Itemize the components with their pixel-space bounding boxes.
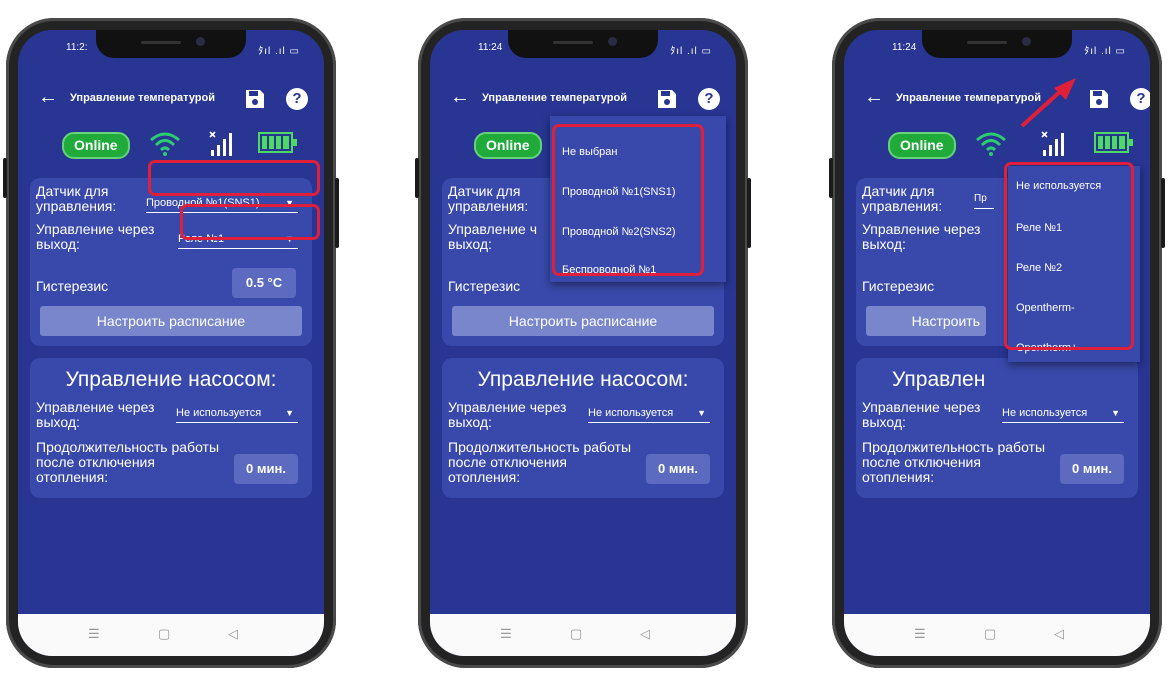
back-arrow-icon[interactable]: ← [864,86,884,109]
phone-1: 11:2: ﾀıl .ıl ▭ ← Управление температуро… [3,18,339,668]
hysteresis-label: Гистерезис [862,278,935,294]
help-icon[interactable]: ? [1130,88,1150,110]
highlight-sensor-select [148,160,320,196]
sensor-label: Датчик для управления: [862,183,943,214]
pump-card: Управление насосом: Управление через вых… [442,358,724,498]
wifi-icon [148,130,182,163]
online-badge: Online [62,132,130,159]
signal-icon: ﾀıl .ıl ▭ [670,46,712,57]
indicators-row: Online [18,130,324,160]
pump-output-label: Управление через выход: [862,399,981,430]
cellular-signal-icon [208,130,234,163]
signal-icon: ﾀıl .ıl ▭ [258,46,300,57]
pump-card: Управление насосом: Управление через вых… [30,358,312,498]
status-time: 11:2: [66,42,88,53]
app-bar: ← Управление температурой ? [844,80,1150,120]
duration-value[interactable]: 0 мин. [1060,454,1124,484]
save-icon[interactable] [1088,88,1110,110]
system-back-icon[interactable]: ◁ [640,626,650,642]
system-nav-bar: ☰ ▢ ◁ [844,614,1150,656]
notch [96,30,246,58]
recent-apps-icon[interactable]: ☰ [500,626,512,642]
app-bar: ← Управление температурой ? [430,80,736,120]
page-title: Управление температурой [70,92,215,104]
dropdown-arrow-icon: ▼ [1111,408,1120,418]
wifi-icon [974,130,1008,163]
signal-icon: ﾀıl .ıl ▭ [1084,46,1126,57]
page-title: Управление температурой [482,92,627,104]
status-time: 11:24 [478,42,503,53]
sensor-label: Датчик для управления: [36,183,117,214]
hysteresis-label: Гистерезис [448,278,521,294]
side-button [415,158,419,198]
duration-label: Продолжительность работы после отключени… [36,439,220,485]
battery-icon [1094,130,1134,161]
help-icon[interactable]: ? [286,88,308,110]
output-label-partial: Управление ч выход: [448,221,538,252]
highlight-output-menu [1004,162,1134,350]
highlight-sensor-menu [552,124,704,276]
online-badge: Online [888,132,956,159]
duration-label: Продолжительность работы после отключени… [862,439,1046,485]
duration-value[interactable]: 0 мин. [234,454,298,484]
schedule-button[interactable]: Настроить расписание [40,306,302,336]
battery-icon [258,130,298,161]
system-back-icon[interactable]: ◁ [228,626,238,642]
system-nav-bar: ☰ ▢ ◁ [18,614,324,656]
schedule-button[interactable]: Настроить расписание [452,306,714,336]
back-arrow-icon[interactable]: ← [450,86,470,109]
app-screen: 11:2: ﾀıl .ıl ▭ ← Управление температуро… [18,30,324,656]
pump-output-select[interactable]: Не используется ▼ [176,404,298,423]
home-icon[interactable]: ▢ [984,626,996,642]
sensor-label: Датчик для управления: [448,183,529,214]
pump-title: Управление насосом: [65,368,277,391]
phone-3: 11:24 ﾀıl .ıl ▭ ← Управление температуро… [829,18,1165,668]
pump-title-partial: Управлен [892,368,986,391]
save-icon[interactable] [244,88,266,110]
sensor-select-partial[interactable]: Пр [974,190,994,209]
save-icon[interactable] [656,88,678,110]
online-badge: Online [474,132,542,159]
schedule-button-partial[interactable]: Настроить [866,306,986,336]
pump-output-label: Управление через выход: [448,399,567,430]
side-button [747,178,751,248]
dropdown-arrow-icon: ▼ [697,408,706,418]
hysteresis-label: Гистерезис [36,278,109,294]
output-label: Управление через выход: [36,221,155,252]
system-nav-bar: ☰ ▢ ◁ [430,614,736,656]
status-time: 11:24 [892,42,917,53]
duration-label: Продолжительность работы после отключени… [448,439,632,485]
notch [508,30,658,58]
pump-card: Управлен Управление через выход: Не испо… [856,358,1138,498]
recent-apps-icon[interactable]: ☰ [914,626,926,642]
home-icon[interactable]: ▢ [158,626,170,642]
pump-output-label: Управление через выход: [36,399,155,430]
output-label: Управление через выход: [862,221,981,252]
pump-title: Управление насосом: [477,368,689,391]
system-back-icon[interactable]: ◁ [1054,626,1064,642]
highlight-output-select [180,204,320,240]
app-bar: ← Управление температурой ? [18,80,324,120]
duration-value[interactable]: 0 мин. [646,454,710,484]
side-button [335,178,339,248]
phone-2: 11:24 ﾀıl .ıl ▭ ← Управление температуро… [415,18,751,668]
pump-output-select[interactable]: Не используется ▼ [588,404,710,423]
pointer-arrow-icon [1020,78,1076,128]
indicators-row: Online [844,130,1150,160]
side-button [829,158,833,198]
home-icon[interactable]: ▢ [570,626,582,642]
recent-apps-icon[interactable]: ☰ [88,626,100,642]
side-button [3,158,7,198]
dropdown-arrow-icon: ▼ [285,408,294,418]
hysteresis-value[interactable]: 0.5 °C [232,268,296,298]
cellular-signal-icon [1040,130,1066,163]
help-icon[interactable]: ? [698,88,720,110]
side-button [1161,178,1165,248]
back-arrow-icon[interactable]: ← [38,86,58,109]
pump-output-select[interactable]: Не используется ▼ [1002,404,1124,423]
notch [922,30,1072,58]
